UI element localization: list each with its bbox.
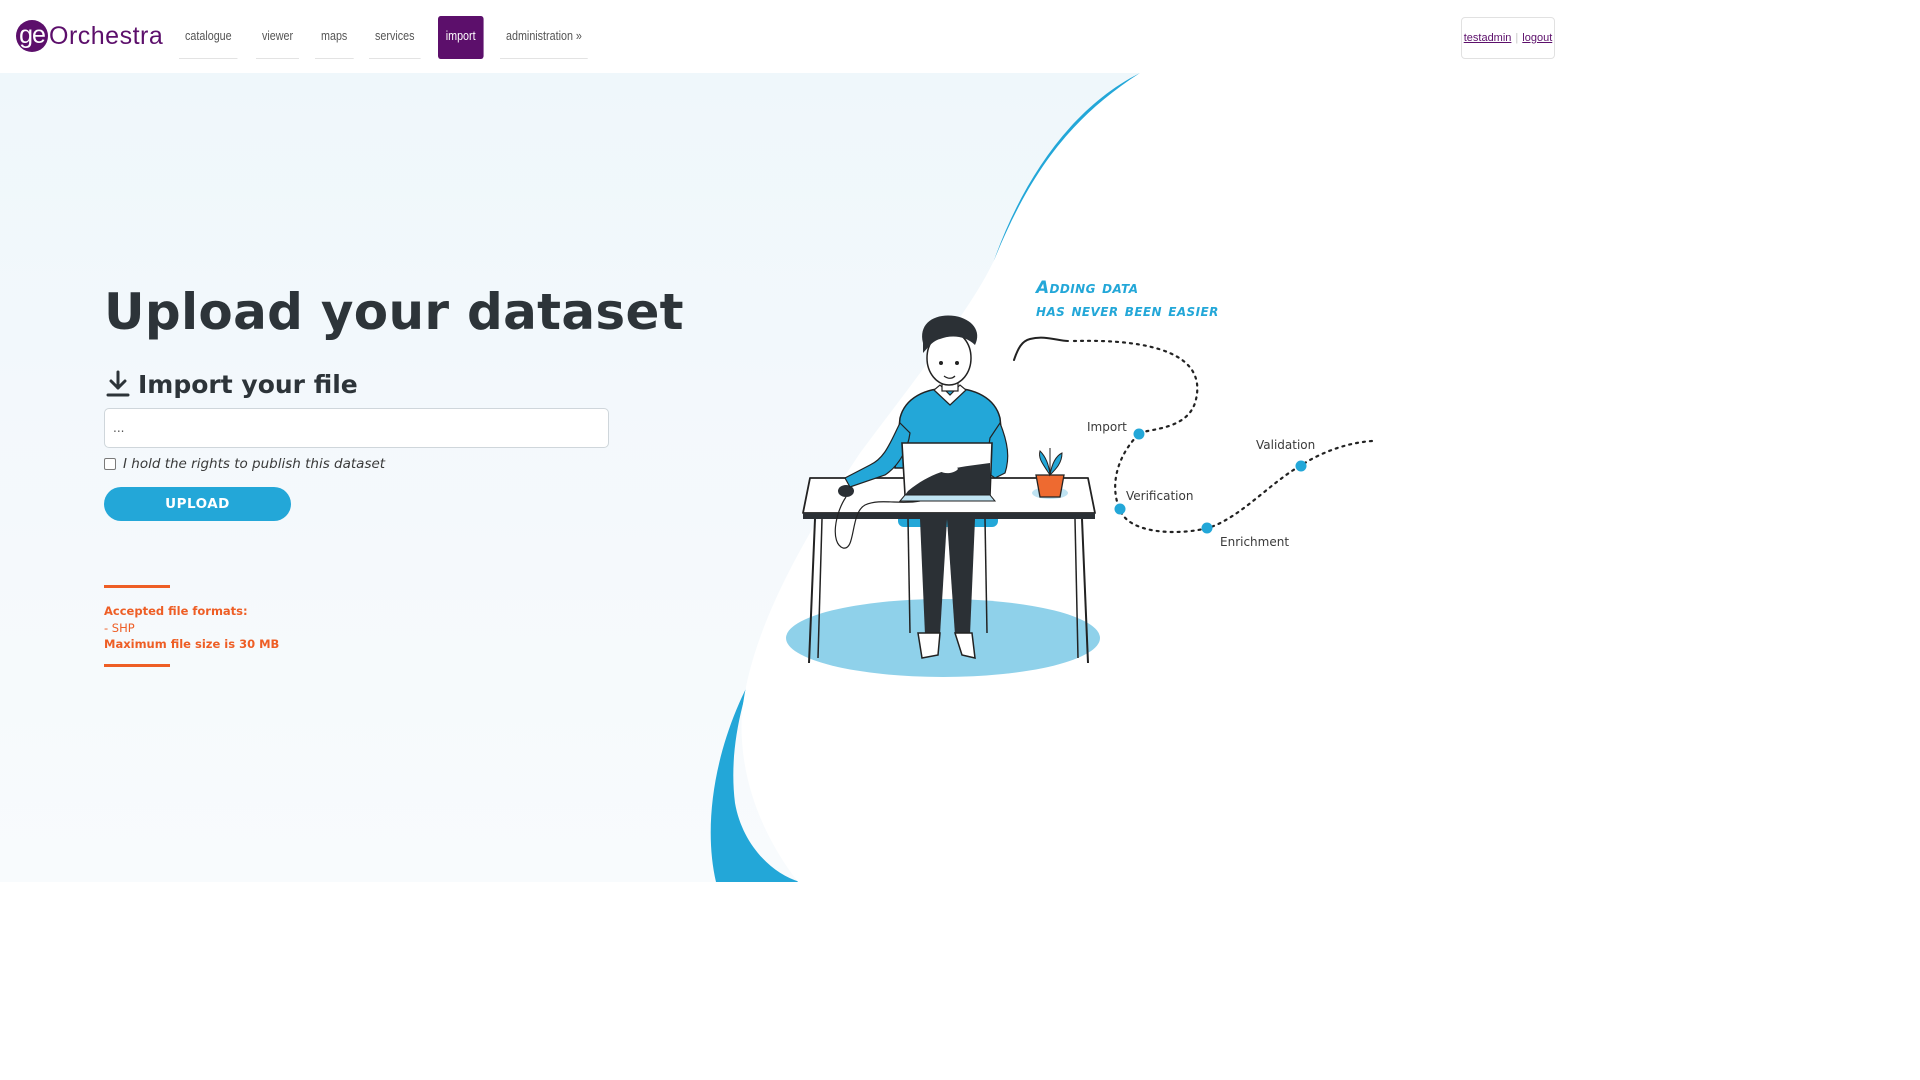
step-label-import: Import [1087, 420, 1127, 434]
nav-services[interactable]: services [368, 16, 421, 59]
person-at-desk-illustration [786, 315, 1374, 677]
main-nav: catalogue viewer maps services import ad… [179, 16, 611, 59]
step-dot-enrichment [1201, 522, 1213, 534]
nav-viewer[interactable]: viewer [256, 16, 300, 59]
user-separator: | [1515, 32, 1519, 44]
step-dot-verification [1114, 503, 1126, 515]
logout-link[interactable]: logout [1522, 32, 1552, 44]
user-box: testadmin | logout [1461, 17, 1555, 59]
step-label-enrichment: Enrichment [1220, 535, 1290, 549]
step-label-validation: Validation [1256, 438, 1316, 452]
username-link[interactable]: testadmin [1464, 32, 1512, 44]
top-header: ge Orchestra catalogue viewer maps servi… [0, 0, 1568, 73]
nav-administration[interactable]: administration » [499, 16, 588, 59]
step-label-verification: Verification [1126, 489, 1194, 503]
main-content: Upload your dataset Import your file ...… [0, 73, 1568, 882]
nav-catalogue[interactable]: catalogue [179, 16, 238, 59]
step-dot-validation [1295, 460, 1307, 472]
logo-text: Orchestra [49, 21, 164, 50]
georchestra-logo[interactable]: ge Orchestra [16, 18, 163, 54]
nav-import[interactable]: import [437, 16, 484, 59]
nav-maps[interactable]: maps [315, 16, 354, 59]
step-dot-import [1133, 428, 1145, 440]
logo-badge: ge [16, 20, 48, 52]
